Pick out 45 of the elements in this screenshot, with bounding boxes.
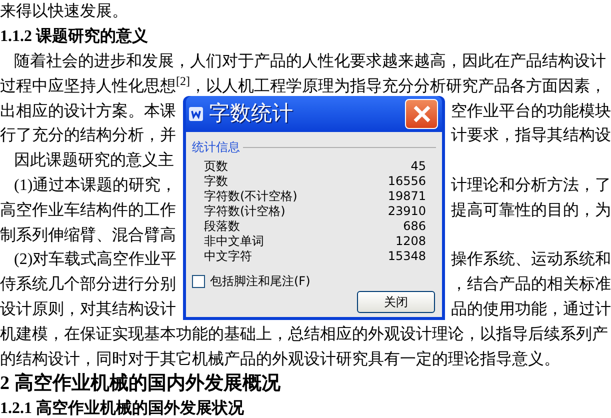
body-text: 空作业平台的功能模块 — [451, 102, 611, 122]
group-title: 统计信息 — [192, 139, 240, 156]
body-text: (2)对车载式高空作业平 — [14, 250, 177, 270]
body-text: 来得以快速发展。 — [0, 2, 128, 22]
footnote-checkbox[interactable]: 包括脚注和尾注(F) — [192, 272, 436, 290]
stat-label: 字数 — [204, 172, 228, 190]
heading: 1.2.1 高空作业机械的国外发展状况 — [0, 398, 244, 418]
stat-label: 字符数(计空格) — [204, 202, 286, 220]
close-button[interactable] — [405, 99, 438, 129]
body-text: 侍系统几个部分进行分别 — [0, 274, 176, 296]
body-text: 机建模，在保证实现基本功能的基础上，总结相应的外观设计理论，以指导后续系列产 — [0, 324, 608, 345]
body-text: 品的使用功能，通过计 — [451, 300, 611, 320]
stat-label: 字符数(不计空格) — [204, 188, 298, 204]
stat-value: 16556 — [388, 172, 426, 190]
body-text: 制系列伸缩臂、混合臂高 — [0, 226, 176, 246]
stat-value: 45 — [410, 158, 426, 174]
body-text: 设计原则，对其结构设计 — [0, 300, 176, 320]
body-text: 提高可靠性的目的，为 — [451, 200, 611, 221]
body-text: 计要求，指导其结构设 — [451, 126, 611, 146]
close-icon — [412, 105, 430, 123]
stat-value: 23910 — [388, 202, 426, 220]
body-text: 操作系统、运动系统和 — [451, 250, 611, 270]
window-title: 字数统计 — [209, 100, 294, 128]
body-text: 计理论和分析方法，了 — [451, 176, 611, 196]
body-text: 过程中应坚持人性化思想$^{[2]}$，以人机工程学原理为指导充分分析研究产品各方面因素， — [0, 74, 606, 97]
stat-label: 页数 — [204, 158, 228, 174]
body-text: 高空作业车结构件的工作 — [0, 200, 176, 221]
stat-value: 686 — [403, 218, 426, 234]
body-text: 随着社会的进步和发展，人们对于产品的人性化要求越来越高，因此在产品结构设计 — [14, 52, 606, 72]
stat-label: 非中文单词 — [204, 232, 264, 250]
stat-label: 段落数 — [204, 218, 240, 234]
stat-label: 中文字符 — [204, 248, 252, 264]
body-text: 出相应的设计方案。本课 — [0, 101, 176, 122]
heading: 2 高空作业机械的国内外发展概况 — [0, 372, 280, 396]
stat-value: 19871 — [388, 188, 426, 204]
body-text: 因此课题研究的意义主 — [14, 150, 174, 172]
stat-value: 15348 — [388, 248, 426, 264]
body-text: 的结构设计，同时对于其它机械产品的外观设计研究具有一定的理论指导意义。 — [0, 350, 560, 370]
app-icon — [189, 107, 203, 121]
stat-value: 1208 — [395, 232, 426, 250]
heading: 1.1.2 课题研究的意义 — [0, 26, 148, 48]
body-text: ，结合产品的相关标准 — [451, 274, 611, 296]
close-dialog-button[interactable]: 关闭 — [357, 291, 435, 313]
body-text: (1)通过本课题的研究， — [14, 176, 177, 196]
body-text: 行了充分的结构分析，并 — [0, 126, 176, 146]
